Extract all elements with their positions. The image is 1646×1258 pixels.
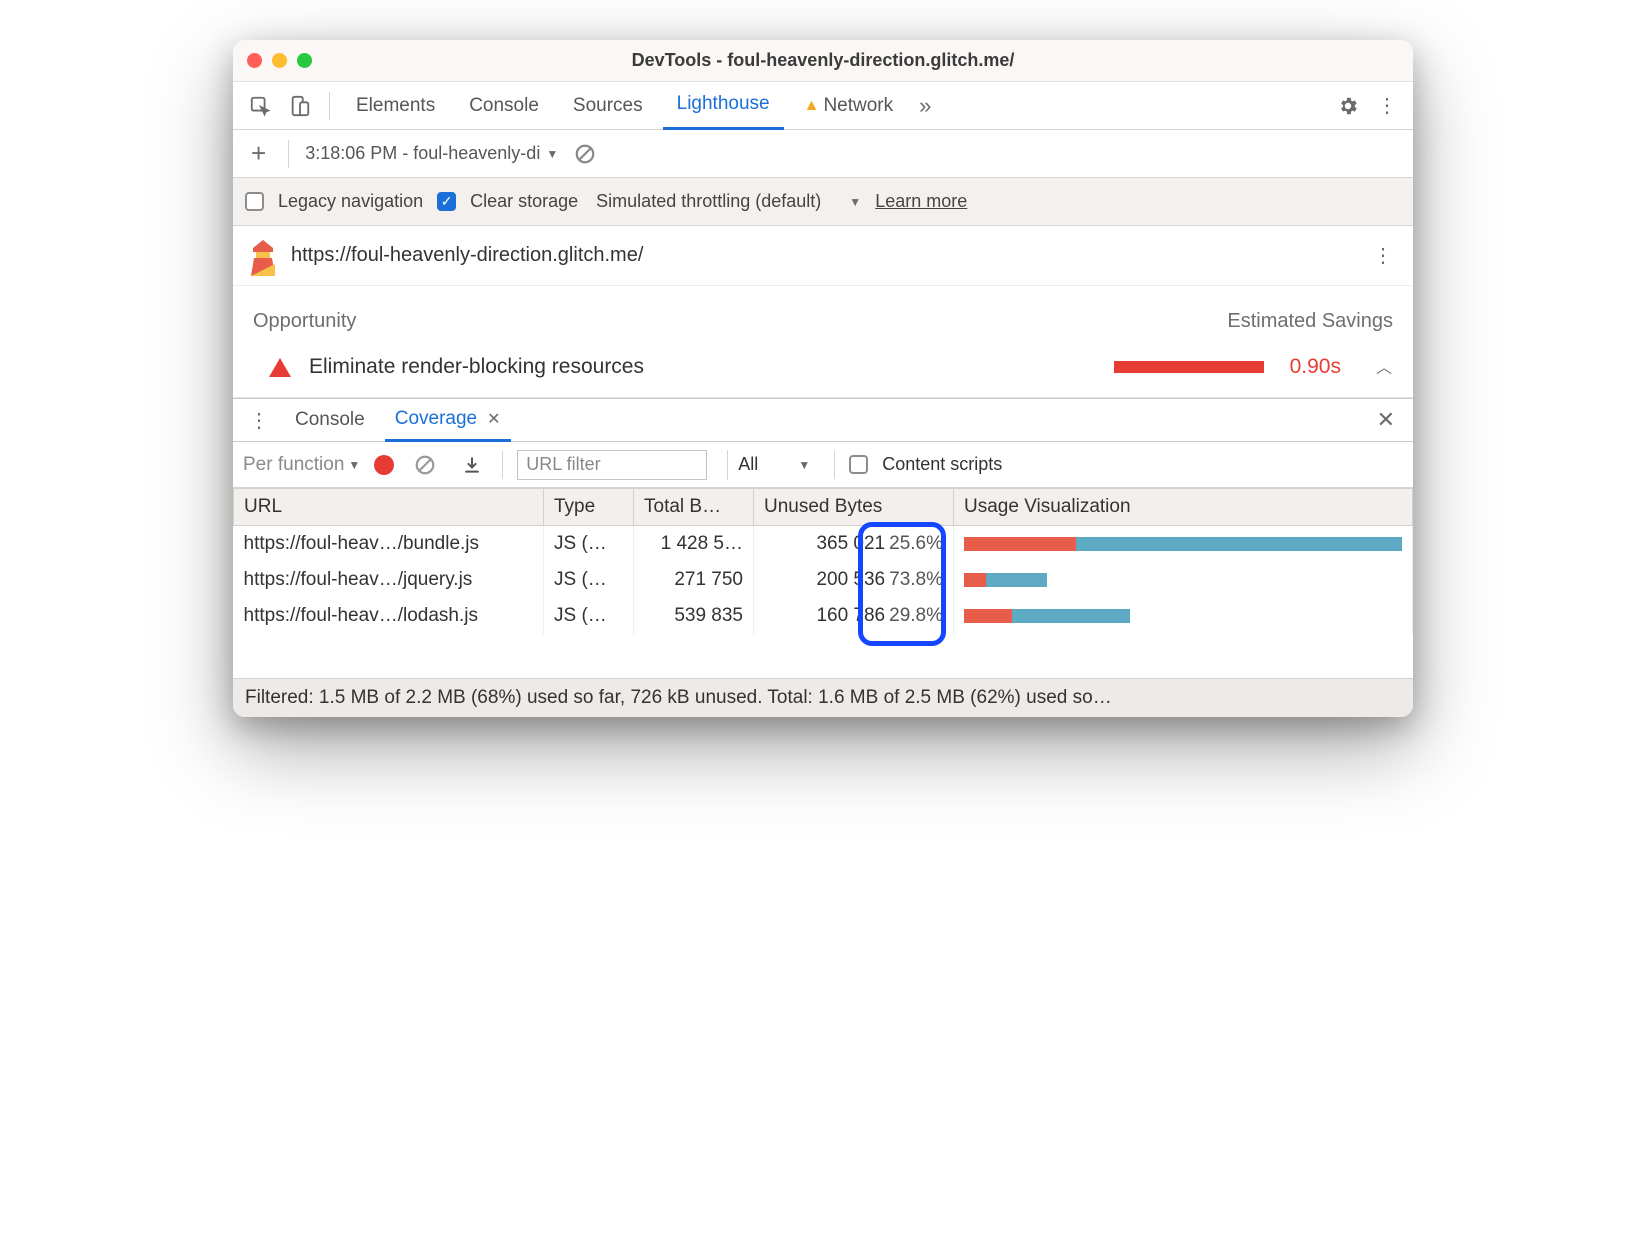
table-row[interactable]: https://foul-heav…/lodash.jsJS (…539 835…	[234, 598, 1413, 634]
fail-triangle-icon	[269, 358, 291, 377]
drawer-tab-coverage[interactable]: Coverage ✕	[385, 398, 511, 442]
report-toolbar: + 3:18:06 PM - foul-heavenly-di ▼	[233, 130, 1413, 178]
cell-vis	[954, 598, 1413, 634]
tab-lighthouse[interactable]: Lighthouse	[663, 82, 784, 130]
main-tabs: Elements Console Sources Lighthouse ▲ Ne…	[233, 82, 1413, 130]
opportunity-row[interactable]: Eliminate render-blocking resources 0.90…	[253, 355, 1393, 379]
record-button[interactable]	[374, 455, 394, 475]
legacy-nav-checkbox[interactable]	[245, 192, 264, 211]
caret-down-icon: ▼	[798, 458, 810, 472]
cell-vis	[954, 526, 1413, 562]
drawer-tabs: ⋮ Console Coverage ✕ ✕	[233, 398, 1413, 442]
titlebar: DevTools - foul-heavenly-direction.glitc…	[233, 40, 1413, 82]
cell-type: JS (…	[544, 526, 634, 562]
report-dropdown-label: 3:18:06 PM - foul-heavenly-di	[305, 143, 540, 164]
opportunity-bar	[1114, 361, 1264, 373]
coverage-status-bar: Filtered: 1.5 MB of 2.2 MB (68%) used so…	[233, 678, 1413, 717]
coverage-toolbar: Per function ▼ URL filter All ▼ Content …	[233, 442, 1413, 488]
coverage-type-label: Per function	[243, 454, 344, 476]
cell-vis	[954, 562, 1413, 598]
table-row[interactable]: https://foul-heav…/jquery.jsJS (…271 750…	[234, 562, 1413, 598]
opportunity-label: Eliminate render-blocking resources	[309, 355, 644, 379]
cell-url: https://foul-heav…/bundle.js	[234, 526, 544, 562]
cell-unused: 200 53673.8%	[754, 562, 954, 598]
cell-url: https://foul-heav…/lodash.js	[234, 598, 544, 634]
cell-total: 539 835	[634, 598, 754, 634]
col-type[interactable]: Type	[544, 489, 634, 526]
device-toolbar-icon[interactable]	[283, 91, 317, 121]
coverage-table-container: URL Type Total B… Unused Bytes Usage Vis…	[233, 488, 1413, 678]
lighthouse-icon	[247, 238, 279, 274]
report-menu-icon[interactable]: ⋮	[1367, 243, 1399, 268]
opportunities-section: Opportunity Estimated Savings Eliminate …	[233, 286, 1413, 398]
clear-storage-label: Clear storage	[470, 191, 578, 212]
col-total[interactable]: Total B…	[634, 489, 754, 526]
cell-unused: 365 02125.6%	[754, 526, 954, 562]
select-element-icon[interactable]	[243, 91, 277, 121]
learn-more-link[interactable]: Learn more	[875, 191, 967, 212]
tab-network[interactable]: ▲ Network	[790, 82, 908, 130]
cell-type: JS (…	[544, 562, 634, 598]
separator	[834, 451, 835, 479]
coverage-type-dropdown[interactable]: Per function ▼	[243, 454, 360, 476]
cell-url: https://foul-heav…/jquery.js	[234, 562, 544, 598]
export-icon[interactable]	[456, 451, 488, 479]
coverage-type-value: All	[738, 454, 758, 475]
opportunity-value: 0.90s	[1290, 355, 1341, 379]
clear-coverage-icon[interactable]	[408, 450, 442, 480]
col-url[interactable]: URL	[234, 489, 544, 526]
coverage-table: URL Type Total B… Unused Bytes Usage Vis…	[233, 488, 1413, 634]
close-tab-icon[interactable]: ✕	[487, 409, 500, 429]
url-filter-placeholder: URL filter	[526, 454, 600, 475]
warning-icon: ▲	[804, 97, 820, 115]
cell-total: 1 428 5…	[634, 526, 754, 562]
cell-unused: 160 78629.8%	[754, 598, 954, 634]
drawer-tab-console[interactable]: Console	[285, 398, 375, 442]
clear-report-icon[interactable]	[568, 139, 602, 169]
caret-down-icon: ▼	[546, 147, 558, 161]
tab-sources[interactable]: Sources	[559, 82, 657, 130]
content-scripts-label: Content scripts	[882, 454, 1002, 475]
drawer-tab-coverage-label: Coverage	[395, 408, 477, 430]
caret-down-icon: ▼	[348, 458, 360, 472]
chevron-up-icon[interactable]: 〈	[1373, 359, 1397, 375]
tab-console[interactable]: Console	[455, 82, 553, 130]
throttling-label: Simulated throttling (default)	[596, 191, 821, 212]
separator	[502, 451, 503, 479]
clear-storage-checkbox[interactable]: ✓	[437, 192, 456, 211]
coverage-type-selector[interactable]: All ▼	[727, 450, 820, 480]
throttling-caret-icon[interactable]: ▼	[849, 195, 861, 209]
close-drawer-icon[interactable]: ✕	[1369, 407, 1403, 433]
devtools-window: DevTools - foul-heavenly-direction.glitc…	[233, 40, 1413, 717]
report-header: https://foul-heavenly-direction.glitch.m…	[233, 226, 1413, 286]
cell-total: 271 750	[634, 562, 754, 598]
tab-elements[interactable]: Elements	[342, 82, 449, 130]
url-filter-input[interactable]: URL filter	[517, 450, 707, 480]
col-vis[interactable]: Usage Visualization	[954, 489, 1413, 526]
tab-network-label: Network	[823, 95, 893, 117]
report-dropdown[interactable]: 3:18:06 PM - foul-heavenly-di ▼	[305, 143, 558, 164]
more-tabs-icon[interactable]: »	[913, 89, 937, 123]
estimated-savings-header: Estimated Savings	[1227, 310, 1393, 333]
opportunity-header: Opportunity	[253, 310, 356, 333]
kebab-menu-icon[interactable]: ⋮	[1371, 93, 1403, 118]
cell-type: JS (…	[544, 598, 634, 634]
settings-icon[interactable]	[1331, 91, 1365, 121]
separator	[288, 140, 289, 168]
table-row[interactable]: https://foul-heav…/bundle.jsJS (…1 428 5…	[234, 526, 1413, 562]
col-unused[interactable]: Unused Bytes	[754, 489, 954, 526]
table-header-row: URL Type Total B… Unused Bytes Usage Vis…	[234, 489, 1413, 526]
drawer-menu-icon[interactable]: ⋮	[243, 408, 275, 433]
content-scripts-checkbox[interactable]	[849, 455, 868, 474]
lighthouse-options: Legacy navigation ✓ Clear storage Simula…	[233, 178, 1413, 226]
window-title: DevTools - foul-heavenly-direction.glitc…	[233, 50, 1413, 71]
report-url[interactable]: https://foul-heavenly-direction.glitch.m…	[291, 244, 643, 267]
new-report-button[interactable]: +	[245, 138, 272, 169]
separator	[329, 92, 330, 120]
legacy-nav-label: Legacy navigation	[278, 191, 423, 212]
